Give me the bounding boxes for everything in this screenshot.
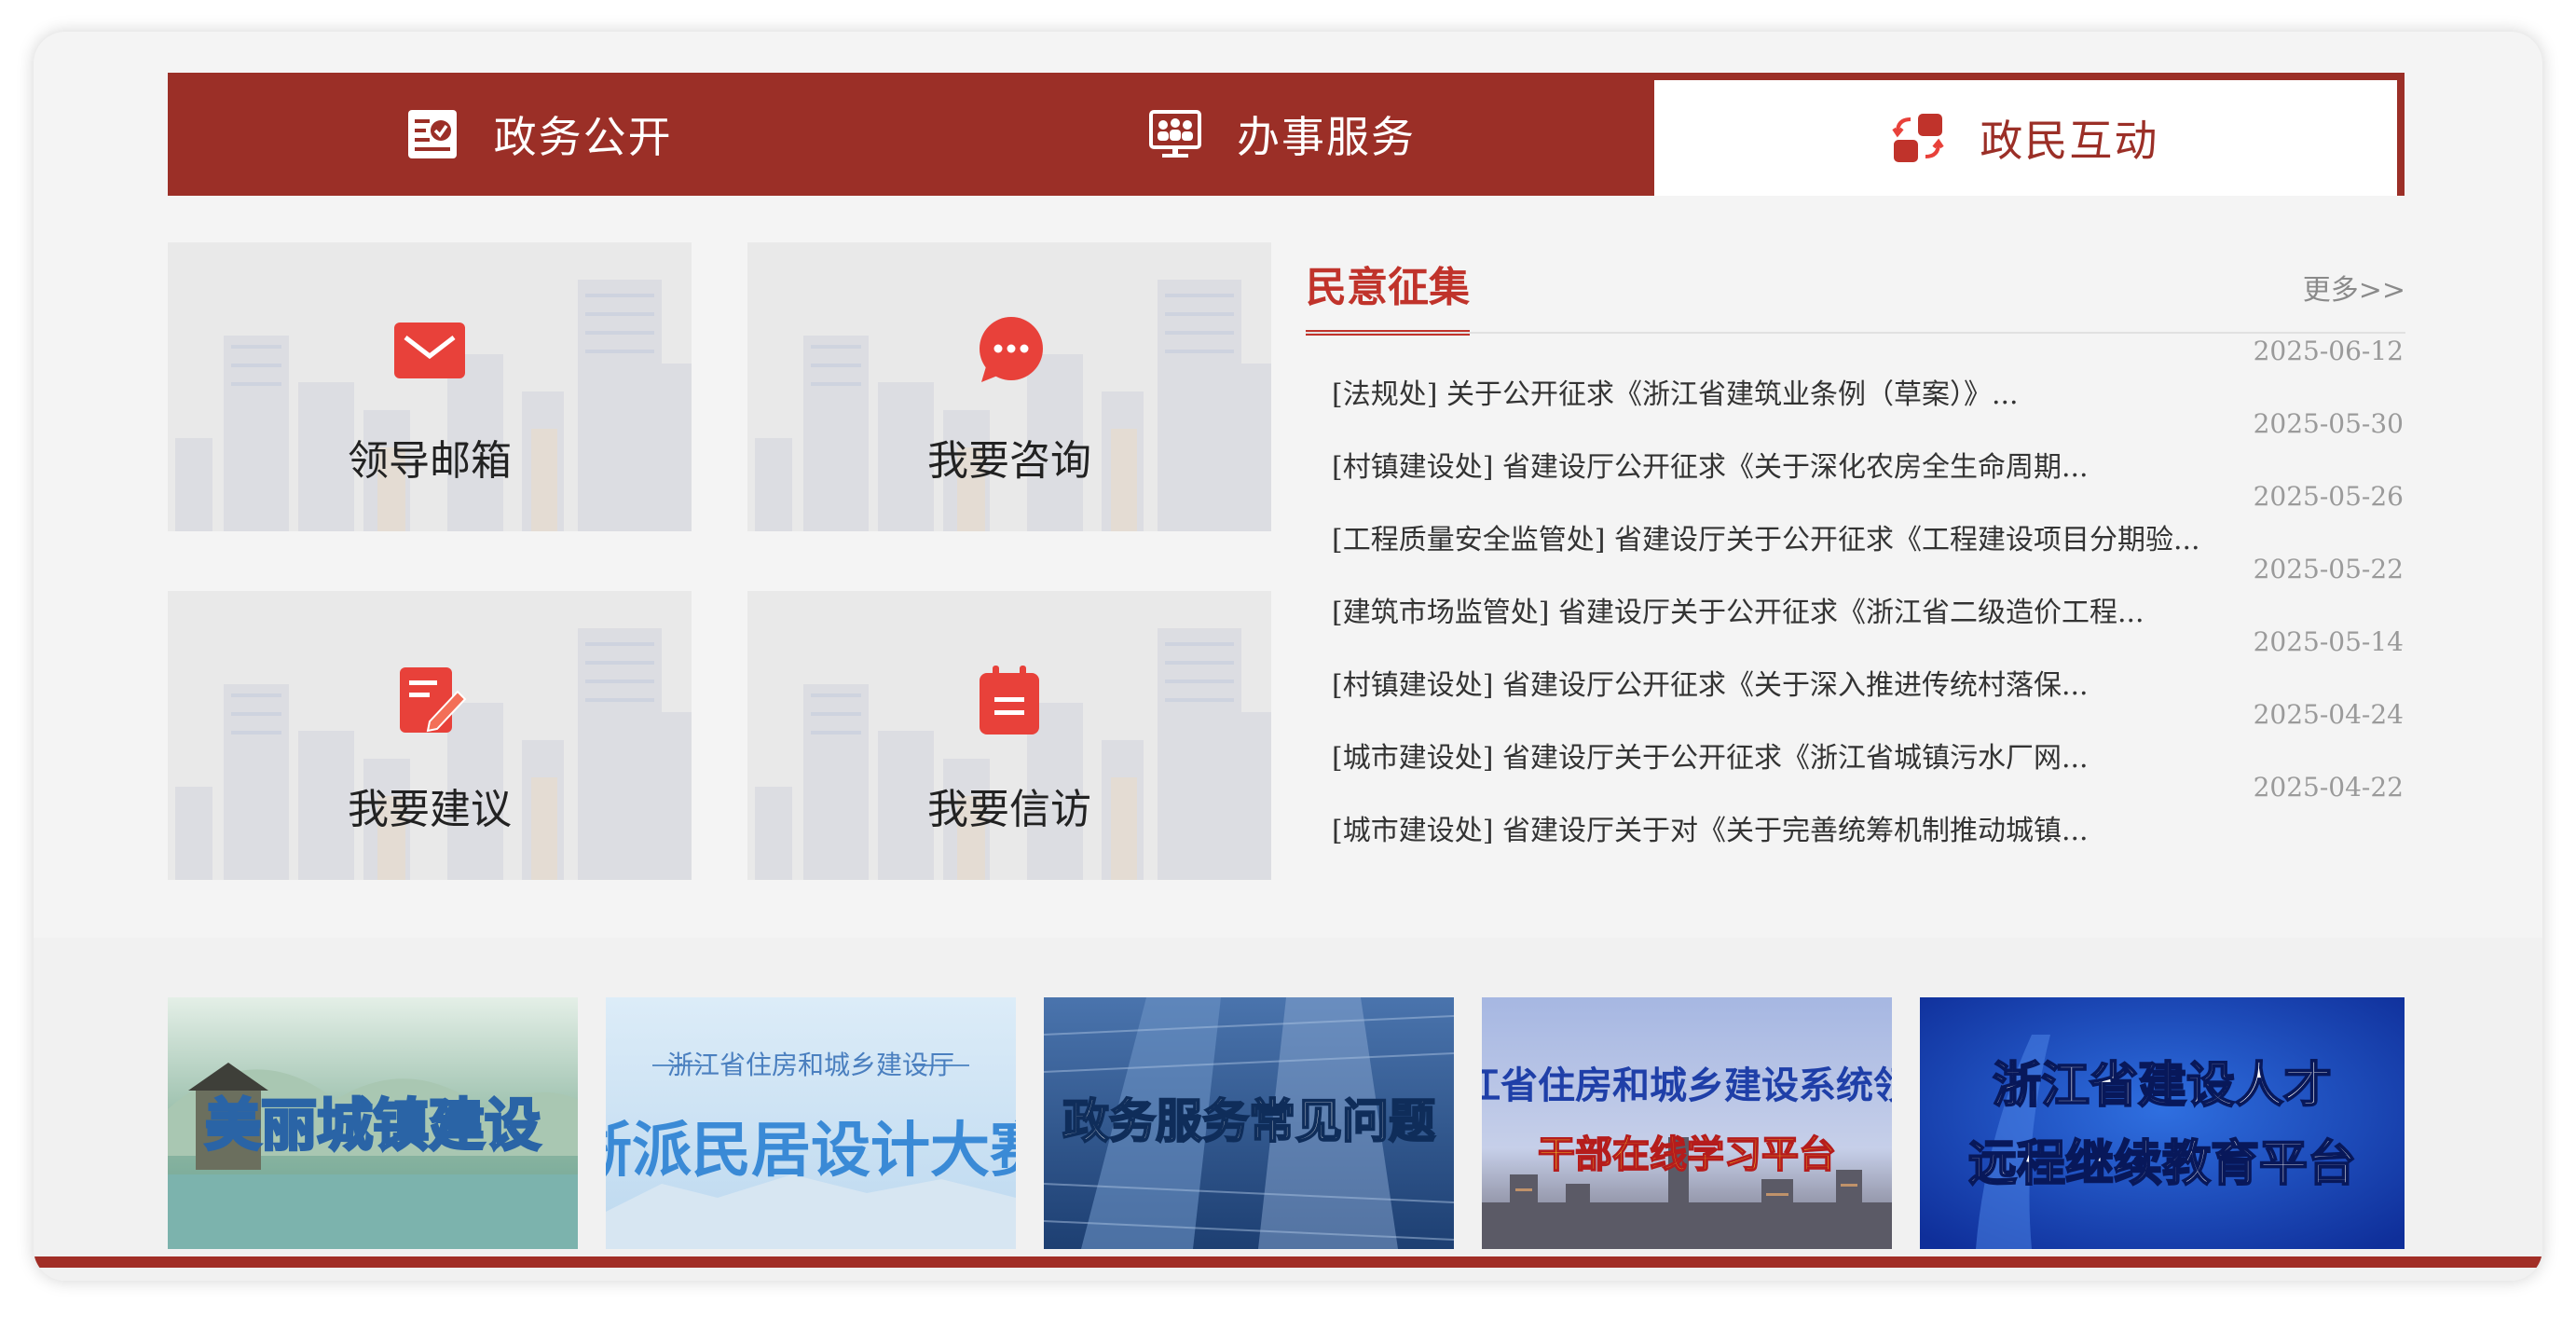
tab-interaction[interactable]: 政民互动 (1653, 80, 2397, 196)
news-item[interactable]: 2025-05-22 [建筑市场监管处] 省建设厅关于公开征求《浙江省二级造价工… (1306, 554, 2405, 629)
news-item[interactable]: 2025-04-22 [城市建设处] 省建设厅关于对《关于完善统筹机制推动城镇.… (1306, 772, 2405, 847)
news-date: 2025-05-26 (2253, 481, 2404, 512)
news-date: 2025-05-30 (2253, 408, 2404, 439)
chat-bubble-icon (980, 317, 1043, 382)
more-link[interactable]: 更多>> (2303, 267, 2405, 308)
news-link[interactable]: [城市建设处] 省建设厅关于对《关于完善统筹机制推动城镇... (1332, 807, 2089, 848)
banner-image: 浙江省建设人才 远程继续教育平台 (1920, 997, 2405, 1249)
banner-leader-learning[interactable]: 浙江省住房和城乡建设系统领导 干部在线学习平台 (1482, 997, 1892, 1249)
tab-services[interactable]: 办事服务 (911, 73, 1653, 196)
news-item[interactable]: 2025-06-12 [法规处] 关于公开征求《浙江省建筑业条例（草案）》... (1306, 336, 2405, 411)
news-link[interactable]: [工程质量安全监管处] 省建设厅关于公开征求《工程建设项目分期验... (1332, 516, 2200, 557)
news-date: 2025-06-12 (2253, 336, 2404, 366)
news-link[interactable]: [城市建设处] 省建设厅关于公开征求《浙江省城镇污水厂网... (1332, 735, 2089, 776)
document-check-icon (407, 110, 457, 158)
news-link[interactable]: [村镇建设处] 省建设厅公开征求《关于深化农房全生命周期... (1332, 444, 2089, 485)
banner-image: 政务服务常见问题 (1044, 997, 1454, 1249)
banner-image: 浙江省住房和城乡建设系统领导 干部在线学习平台 (1482, 997, 1892, 1249)
news-title[interactable]: 民意征集 (1306, 254, 1470, 336)
banner-subtitle: 浙江省住房和城乡建设厅 (667, 1050, 954, 1080)
banner-beautiful-towns[interactable]: 美丽城镇建设 (168, 997, 578, 1249)
news-item[interactable]: 2025-05-26 [工程质量安全监管处] 省建设厅关于公开征求《工程建设项目… (1306, 481, 2405, 557)
banner-title: 浙江省建设人才 (1993, 1058, 2332, 1114)
news-date: 2025-04-24 (2253, 699, 2404, 730)
edit-note-icon (400, 667, 467, 733)
news-date: 2025-05-22 (2253, 554, 2404, 584)
banner-title: 美丽城镇建设 (205, 1093, 541, 1159)
tile-petition[interactable]: 我要信访 (747, 591, 1271, 880)
tab-government-affairs[interactable]: 政务公开 (168, 73, 911, 196)
banner-design-contest[interactable]: 浙江省住房和城乡建设厅 浙派民居设计大赛 (606, 997, 1016, 1249)
tile-leader-mailbox[interactable]: 领导邮箱 (168, 242, 692, 531)
clipboard-icon (980, 666, 1039, 735)
news-divider (1306, 332, 2405, 334)
envelope-icon (394, 323, 465, 378)
news-link[interactable]: [建筑市场监管处] 省建设厅关于公开征求《浙江省二级造价工程... (1332, 589, 2144, 630)
news-link[interactable]: [法规处] 关于公开征求《浙江省建筑业条例（草案）》... (1332, 371, 2019, 412)
news-date: 2025-05-14 (2253, 626, 2404, 657)
tile-label: 领导邮箱 (348, 437, 512, 485)
page-card: 政务公开 办事服务 政民互动 领导邮箱 我要咨询 我要建议 我要信访 民意征集 … (34, 32, 2542, 1281)
tile-consult[interactable]: 我要咨询 (747, 242, 1271, 531)
news-item[interactable]: 2025-05-30 [村镇建设处] 省建设厅公开征求《关于深化农房全生命周期.… (1306, 408, 2405, 484)
tab-bar: 政务公开 办事服务 政民互动 (168, 73, 2405, 196)
tile-label: 我要建议 (348, 786, 512, 833)
banner-title: 政务服务常见问题 (1062, 1094, 1435, 1148)
banner-faq[interactable]: 政务服务常见问题 (1044, 997, 1454, 1249)
tile-label: 我要咨询 (927, 437, 1091, 485)
tab-label: 政务公开 (493, 112, 673, 162)
tab-label: 办事服务 (1236, 112, 1416, 162)
footer-red-line (34, 1256, 2542, 1268)
people-monitor-icon (1148, 110, 1201, 158)
banner-talent-education[interactable]: 浙江省建设人才 远程继续教育平台 (1920, 997, 2405, 1249)
tile-label: 我要信访 (927, 786, 1091, 833)
interaction-icon (1892, 114, 1944, 162)
tab-label: 政民互动 (1980, 116, 2159, 166)
news-item[interactable]: 2025-04-24 [城市建设处] 省建设厅关于公开征求《浙江省城镇污水厂网.… (1306, 699, 2405, 775)
tile-suggestion[interactable]: 我要建议 (168, 591, 692, 880)
banner-image: 美丽城镇建设 (168, 997, 578, 1249)
banner-subtitle: 远程继续教育平台 (1968, 1136, 2356, 1192)
news-link[interactable]: [村镇建设处] 省建设厅公开征求《关于深入推进传统村落保... (1332, 662, 2089, 703)
news-item[interactable]: 2025-05-14 [村镇建设处] 省建设厅公开征求《关于深入推进传统村落保.… (1306, 626, 2405, 702)
banner-title: 浙江省住房和城乡建设系统领导 (1482, 1064, 1892, 1107)
news-date: 2025-04-22 (2253, 772, 2404, 803)
banner-image: 浙江省住房和城乡建设厅 浙派民居设计大赛 (606, 997, 1016, 1249)
banner-title: 浙派民居设计大赛 (606, 1117, 1016, 1186)
banner-subtitle: 干部在线学习平台 (1538, 1133, 1836, 1176)
